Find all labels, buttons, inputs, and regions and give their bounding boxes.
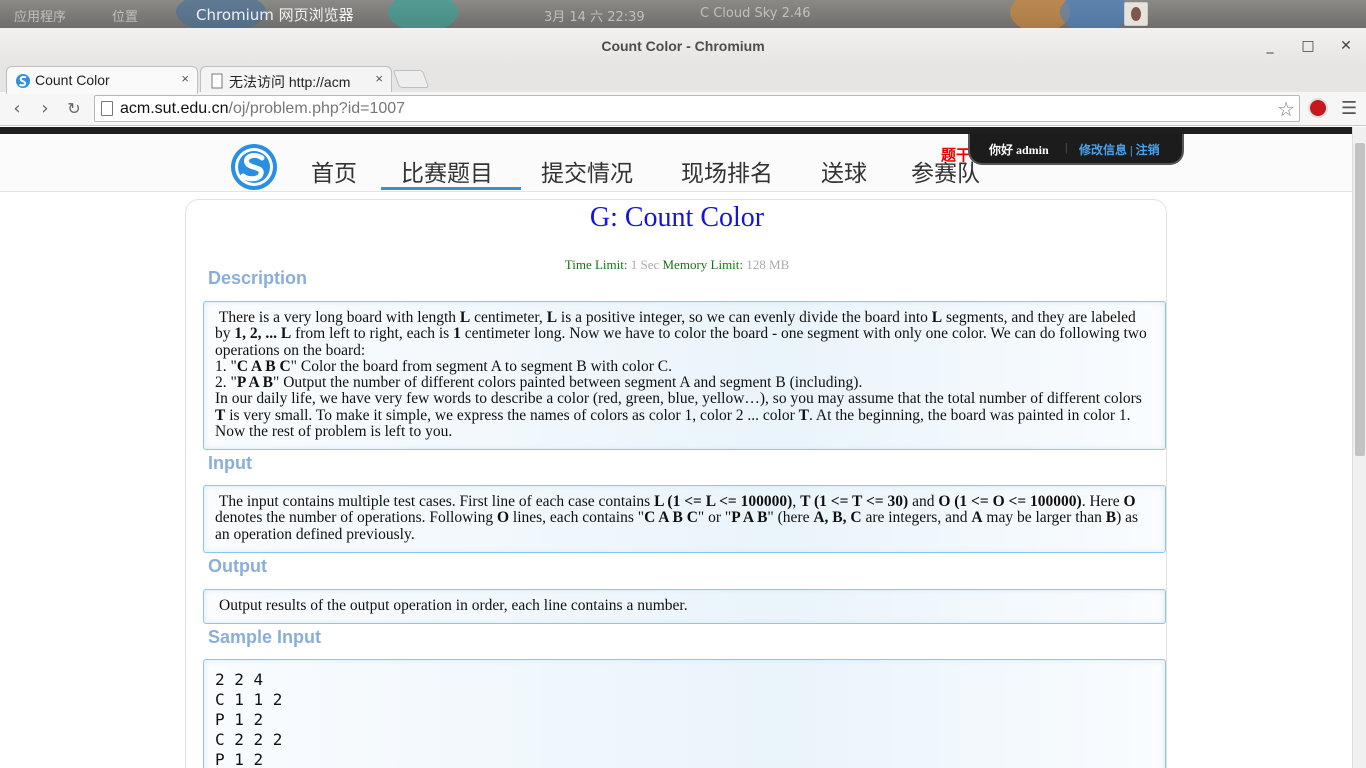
bookmark-star-icon[interactable]: ☆ <box>1277 97 1295 122</box>
sample-input-line: C 2 2 2 <box>215 730 283 749</box>
minimize-button[interactable]: _ <box>1260 36 1280 56</box>
os-clock[interactable]: 3月 14 六 22:39 <box>544 6 645 25</box>
url-host: acm.sut.edu.cn <box>120 100 229 117</box>
url-text[interactable]: acm.sut.edu.cn/oj/problem.php?id=1007 <box>120 100 405 118</box>
output-box: Output results of the output operation i… <box>203 589 1166 624</box>
sample-input-line: C 1 1 2 <box>215 690 283 709</box>
active-tab-underline <box>381 187 521 190</box>
user-avatar[interactable] <box>1124 2 1148 26</box>
tab-count-color[interactable]: Count Color × <box>6 66 198 94</box>
os-top-panel: 应用程序 位置 Chromium 网页浏览器 3月 14 六 22:39 C C… <box>0 0 1366 32</box>
problem-container: G: Count Color Time Limit: 1 Sec Memory … <box>185 199 1167 768</box>
nav-ranklist[interactable]: 现场排名 <box>681 154 773 188</box>
page-icon <box>211 73 223 89</box>
address-bar[interactable]: acm.sut.edu.cn/oj/problem.php?id=1007 ☆ <box>94 95 1300 122</box>
window-title: Count Color - Chromium <box>601 38 765 54</box>
page-top-bar <box>0 127 1352 134</box>
os-weather-status[interactable]: C Cloud Sky 2.46 <box>700 6 811 21</box>
tab-label: Count Color <box>35 72 110 88</box>
sample-input-line: 2 2 4 <box>215 670 264 689</box>
problem-title: G: Count Color <box>589 202 765 233</box>
sample-input-box: 2 2 4 C 1 1 2 P 1 2 C 2 2 2 P 1 2 <box>203 659 1166 768</box>
user-greeting: 你好 admin <box>989 143 1049 157</box>
url-path: /oj/problem.php?id=1007 <box>228 100 406 117</box>
nav-status[interactable]: 提交情况 <box>541 154 633 188</box>
scrollbar-thumb[interactable] <box>1355 143 1365 456</box>
reload-icon[interactable]: ↻ <box>63 98 85 120</box>
section-title-description: Description <box>208 268 308 288</box>
section-title-sample-input: Sample Input <box>208 627 322 647</box>
divider: | <box>1065 140 1068 154</box>
page-icon <box>101 101 113 116</box>
maximize-button[interactable]: □ <box>1298 36 1318 56</box>
page-scrollbar[interactable] <box>1352 127 1366 768</box>
sample-input-line: P 1 2 <box>215 710 264 729</box>
tab-close-icon[interactable]: × <box>181 71 189 86</box>
tab-unreachable[interactable]: 无法访问 http://acm × <box>200 66 392 94</box>
new-tab-button[interactable] <box>392 70 430 88</box>
os-active-app-title[interactable]: Chromium 网页浏览器 <box>196 4 354 25</box>
description-text: There is a very long board with length L… <box>215 309 1147 441</box>
sample-input-line: P 1 2 <box>215 750 264 768</box>
web-page: 首页 比赛题目 提交情况 现场排名 送球 参赛队 题干 你好 admin | 修… <box>0 127 1366 768</box>
site-favicon-icon <box>16 74 30 88</box>
back-arrow-icon[interactable]: ‹ <box>6 98 28 120</box>
section-title-input: Input <box>208 453 252 473</box>
site-logo-icon[interactable] <box>229 142 279 192</box>
output-text: Output results of the output operation i… <box>219 597 688 614</box>
user-links[interactable]: 修改信息 | 注销 <box>1079 141 1160 158</box>
nav-home[interactable]: 首页 <box>311 154 357 188</box>
memory-limit-value: 128 MB <box>746 257 790 272</box>
menu-icon[interactable]: ☰ <box>1341 98 1357 119</box>
description-box: There is a very long board with length L… <box>203 301 1166 450</box>
window-titlebar: Count Color - Chromium _ □ ✕ <box>0 28 1366 64</box>
input-text: The input contains multiple test cases. … <box>215 493 1139 543</box>
tab-strip: Count Color × 无法访问 http://acm × <box>0 62 1366 94</box>
os-menu-applications[interactable]: 应用程序 <box>14 6 66 25</box>
forward-arrow-icon[interactable]: › <box>34 98 56 120</box>
notice-marker: 题干 <box>941 146 972 164</box>
user-panel: 你好 admin | 修改信息 | 注销 <box>968 134 1184 165</box>
input-box: The input contains multiple test cases. … <box>203 485 1166 553</box>
problem-limits: Time Limit: 1 Sec Memory Limit: 128 MB <box>186 257 1168 273</box>
close-window-button[interactable]: ✕ <box>1336 36 1356 56</box>
section-title-output: Output <box>208 556 267 576</box>
tab-close-icon[interactable]: × <box>375 71 383 86</box>
time-limit-value: 1 Sec <box>630 257 660 272</box>
tab-label: 无法访问 http://acm <box>229 74 351 90</box>
time-limit-label: Time Limit: <box>564 257 628 272</box>
nav-balloons[interactable]: 送球 <box>821 154 867 188</box>
nav-problems[interactable]: 比赛题目 <box>401 154 493 188</box>
extension-icon[interactable] <box>1308 98 1328 118</box>
os-menu-places[interactable]: 位置 <box>112 6 138 25</box>
memory-limit-label: Memory Limit: <box>662 257 744 272</box>
browser-toolbar: ‹ › ↻ acm.sut.edu.cn/oj/problem.php?id=1… <box>0 92 1366 126</box>
